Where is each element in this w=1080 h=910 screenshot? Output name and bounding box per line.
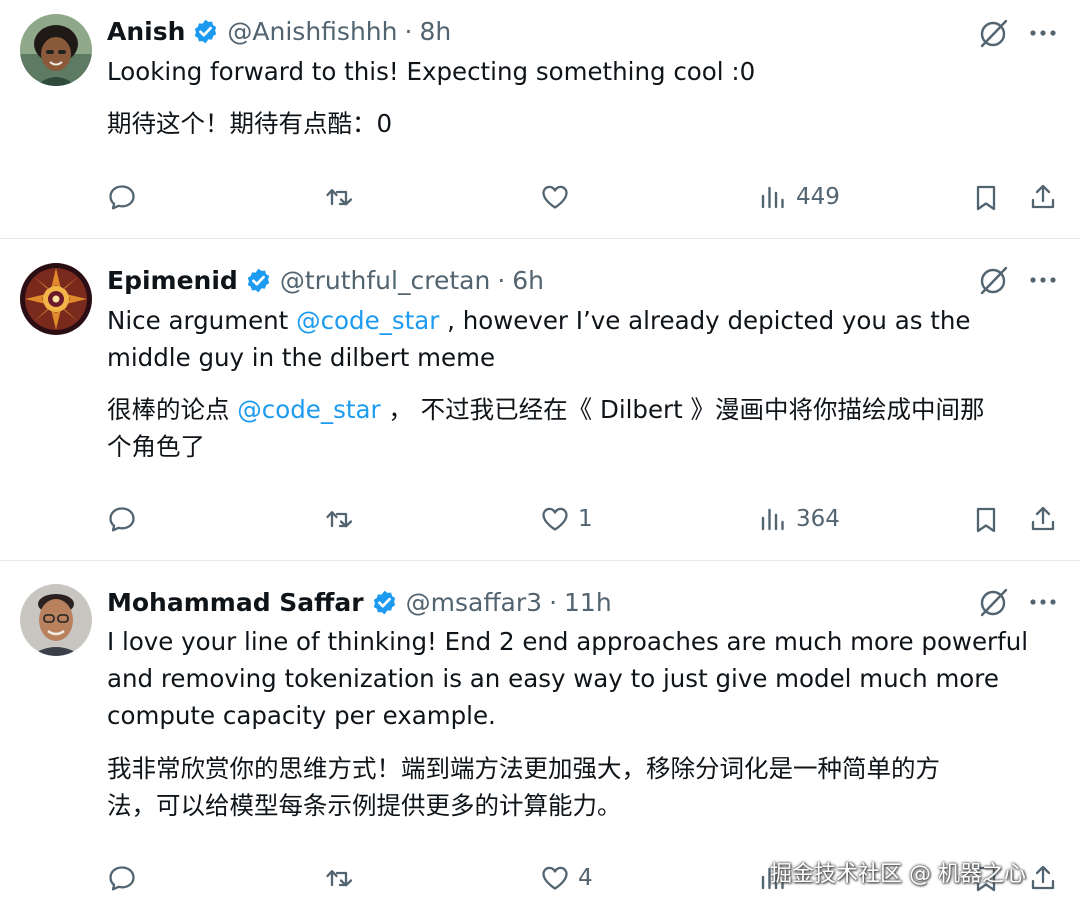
share-icon	[1031, 506, 1055, 531]
reply-icon	[109, 866, 135, 891]
bookmark-icon	[976, 185, 996, 211]
verified-badge-icon[interactable]	[192, 18, 219, 45]
tweet-text-english: Nice argument @code_star , however I’ve …	[107, 302, 1057, 376]
timestamp[interactable]: 8h	[419, 17, 451, 46]
mention-link[interactable]: @code_star	[237, 395, 380, 424]
reply-button[interactable]	[107, 504, 137, 534]
tweet-text-english: I love your line of thinking! End 2 end …	[107, 623, 1057, 734]
tweet-header: Epimenid @truthful_cretan · 6h	[107, 263, 544, 297]
avatar[interactable]	[20, 584, 92, 656]
tweet-header: Mohammad Saffar @msaffar3 · 11h	[107, 585, 612, 619]
grok-icon[interactable]	[978, 17, 1010, 49]
views-count: 449	[796, 184, 840, 210]
bookmark-button[interactable]	[971, 505, 1001, 535]
share-icon	[1031, 865, 1055, 890]
reply-button[interactable]	[107, 182, 137, 212]
retweet-icon	[326, 189, 353, 206]
heart-icon	[542, 507, 568, 531]
separator-dot: ·	[404, 16, 413, 46]
retweet-icon	[326, 870, 353, 887]
text-segment: 个角色了	[107, 432, 205, 461]
author-handle[interactable]: @Anishfishhh	[227, 17, 397, 46]
tweet-text-chinese: 很棒的论点 @code_star ， 不过我已经在《 Dilbert 》漫画中将…	[107, 391, 1057, 465]
text-segment: , however I’ve already depicted you as t…	[439, 306, 971, 335]
share-button[interactable]	[1028, 182, 1058, 212]
text-segment: Nice argument	[107, 306, 297, 335]
text-segment: middle guy in the dilbert meme	[107, 343, 496, 372]
like-button[interactable]: 1	[540, 504, 593, 534]
verified-badge-icon[interactable]	[371, 589, 398, 616]
timestamp[interactable]: 6h	[512, 266, 544, 295]
avatar[interactable]	[20, 14, 92, 86]
likes-count: 1	[578, 506, 593, 532]
text-segment: 很棒的论点	[107, 395, 238, 424]
more-options-icon[interactable]	[1028, 18, 1058, 48]
grok-icon[interactable]	[978, 264, 1010, 296]
text-segment: ， 不过我已经在《 Dilbert 》漫画中将你描绘成中间那	[380, 395, 985, 424]
text-line: 我非常欣赏你的思维方式！端到端方法更加强大，移除分词化是一种简单的方	[107, 754, 940, 783]
share-button[interactable]	[1028, 863, 1058, 893]
tweet-text-chinese: 我非常欣赏你的思维方式！端到端方法更加强大，移除分词化是一种简单的方 法，可以给…	[107, 750, 1057, 824]
views-button[interactable]: 449	[758, 182, 840, 212]
text-line: 法，可以给模型每条示例提供更多的计算能力。	[107, 791, 622, 820]
likes-count: 4	[578, 865, 593, 891]
like-button[interactable]: 4	[540, 863, 593, 893]
separator-dot: ·	[549, 587, 558, 617]
share-icon	[1031, 184, 1055, 209]
separator-dot: ·	[497, 265, 506, 295]
heart-icon	[542, 185, 568, 209]
watermark: 掘金技术社区 @ 机器之心	[770, 862, 1026, 887]
like-button[interactable]	[540, 182, 570, 212]
views-chart-icon	[761, 508, 784, 531]
retweet-button[interactable]	[324, 182, 354, 212]
avatar[interactable]	[20, 263, 92, 335]
tweet-text-chinese: 期待这个！期待有点酷：0	[107, 109, 393, 138]
bookmark-icon	[976, 507, 996, 533]
grok-icon[interactable]	[978, 586, 1010, 618]
share-button[interactable]	[1028, 504, 1058, 534]
verified-badge-icon[interactable]	[245, 267, 272, 294]
retweet-icon	[326, 511, 353, 528]
tweet-1[interactable]: Anish @Anishfishhh · 8h Looking forward …	[0, 0, 1080, 238]
timestamp[interactable]: 11h	[564, 588, 612, 617]
views-chart-icon	[761, 186, 784, 209]
more-options-icon[interactable]	[1028, 587, 1058, 617]
author-name[interactable]: Epimenid	[107, 266, 238, 295]
text-line: I love your line of thinking! End 2 end …	[107, 627, 1029, 656]
text-line: and removing tokenization is an easy way…	[107, 664, 999, 693]
reply-icon	[109, 185, 135, 210]
reply-button[interactable]	[107, 863, 137, 893]
tweet-text-english: Looking forward to this! Expecting somet…	[107, 57, 756, 86]
author-handle[interactable]: @truthful_cretan	[280, 266, 491, 295]
more-options-icon[interactable]	[1028, 265, 1058, 295]
heart-icon	[542, 866, 568, 890]
views-button[interactable]: 364	[758, 504, 840, 534]
retweet-button[interactable]	[324, 504, 354, 534]
author-name[interactable]: Mohammad Saffar	[107, 588, 364, 617]
tweet-2[interactable]: Epimenid @truthful_cretan · 6h Nice argu…	[0, 239, 1080, 560]
retweet-button[interactable]	[324, 863, 354, 893]
mention-link[interactable]: @code_star	[296, 306, 439, 335]
author-handle[interactable]: @msaffar3	[406, 588, 542, 617]
bookmark-button[interactable]	[971, 183, 1001, 213]
views-count: 364	[796, 506, 840, 532]
tweet-header: Anish @Anishfishhh · 8h	[107, 14, 451, 48]
text-line: compute capacity per example.	[107, 701, 496, 730]
reply-icon	[109, 507, 135, 532]
author-name[interactable]: Anish	[107, 17, 185, 46]
